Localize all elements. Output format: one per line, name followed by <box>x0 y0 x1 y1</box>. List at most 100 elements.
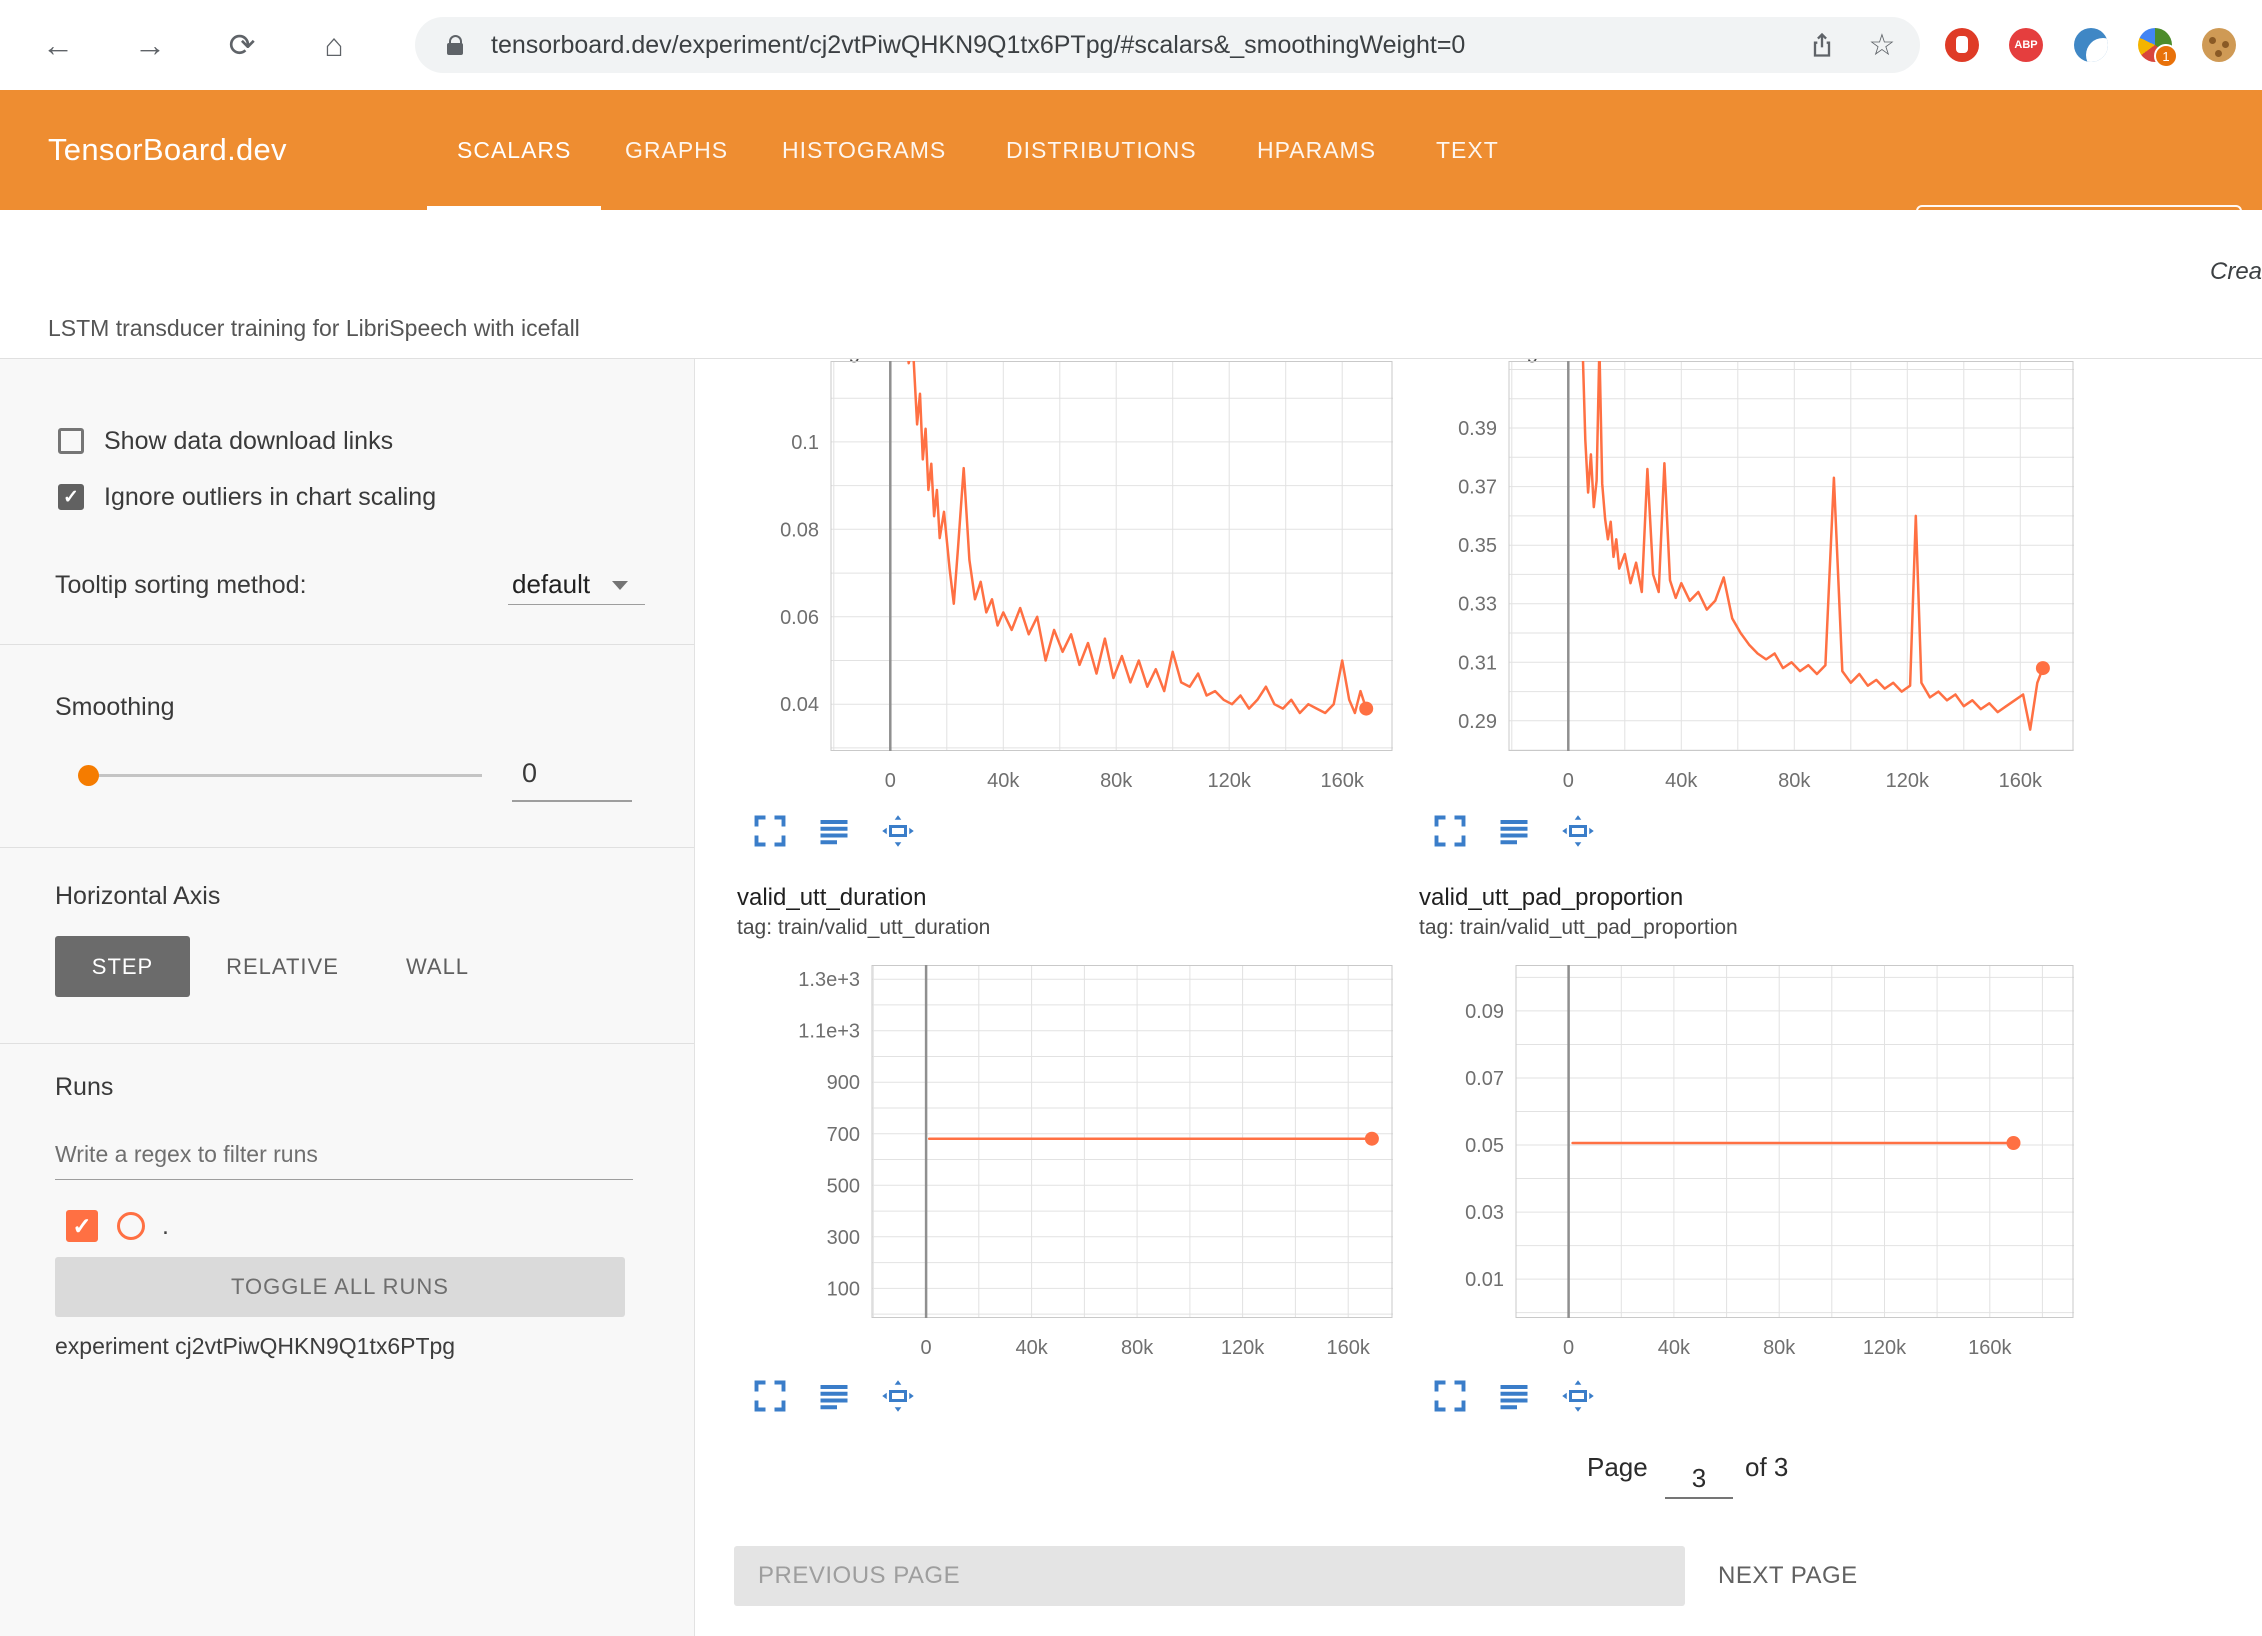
share-icon[interactable] <box>1807 30 1837 60</box>
profile-badge: 1 <box>2154 44 2178 68</box>
page-number-input[interactable]: 3 <box>1665 1455 1733 1499</box>
svg-text:300: 300 <box>827 1227 860 1249</box>
scalar-chart-plot[interactable]: 040k80k120k160k0.290.310.330.350.370.39 <box>1439 361 2074 801</box>
run-checkbox[interactable]: ✓ <box>66 1210 98 1242</box>
horizontal-axis-label: Horizontal Axis <box>55 880 220 912</box>
home-icon[interactable]: ⌂ <box>312 23 356 67</box>
address-bar[interactable]: tensorboard.dev/experiment/cj2vtPiwQHKN9… <box>415 17 1920 73</box>
svg-text:0: 0 <box>1563 770 1574 792</box>
svg-text:0.04: 0.04 <box>780 694 819 716</box>
next-page-button[interactable]: NEXT PAGE <box>1718 1546 1858 1606</box>
svg-text:900: 900 <box>827 1072 860 1094</box>
fullscreen-icon[interactable] <box>1432 1378 1468 1414</box>
svg-text:80k: 80k <box>1121 1337 1154 1359</box>
svg-text:160k: 160k <box>1968 1337 2012 1359</box>
tab-distributions[interactable]: DISTRIBUTIONS <box>1006 90 1197 210</box>
svg-text:0.05: 0.05 <box>1465 1135 1504 1157</box>
chart-title: valid_utt_pad_proportion <box>1419 883 1683 913</box>
fullscreen-icon[interactable] <box>1432 813 1468 849</box>
tooltip-sorting-label: Tooltip sorting method: <box>55 569 307 601</box>
page-of-label: of 3 <box>1745 1451 1788 1483</box>
svg-text:0.35: 0.35 <box>1458 535 1497 557</box>
divider <box>0 644 694 645</box>
sidebar: Show data download links ✓ Ignore outlie… <box>0 359 695 1636</box>
experiment-id: experiment cj2vtPiwQHKN9Q1tx6PTpg <box>55 1330 455 1362</box>
divider <box>0 1043 694 1044</box>
run-filter-input[interactable]: Write a regex to filter runs <box>55 1138 318 1170</box>
svg-text:80k: 80k <box>1778 770 1811 792</box>
svg-text:160k: 160k <box>1321 770 1365 792</box>
svg-text:0.08: 0.08 <box>780 519 819 541</box>
axis-step-button[interactable]: STEP <box>55 936 190 997</box>
tab-text[interactable]: TEXT <box>1436 90 1499 210</box>
clipped-create-text: Crea <box>2210 258 2262 286</box>
tab-hparams[interactable]: HPARAMS <box>1257 90 1376 210</box>
adblock-extension-icon[interactable] <box>1945 28 1979 62</box>
reload-icon[interactable]: ⟳ <box>220 23 264 67</box>
run-name: . <box>162 1210 169 1242</box>
svg-text:160k: 160k <box>1999 770 2043 792</box>
axis-wall-button[interactable]: WALL <box>375 936 500 997</box>
chevron-down-icon[interactable] <box>612 581 628 590</box>
chart-actions <box>752 1378 944 1414</box>
tab-scalars[interactable]: SCALARS <box>457 90 571 210</box>
forward-icon[interactable]: → <box>128 23 172 67</box>
svg-text:0.09: 0.09 <box>1465 1001 1504 1023</box>
back-icon[interactable]: ← <box>36 23 80 67</box>
cookie-extension-icon[interactable] <box>2202 28 2236 62</box>
chart-actions <box>752 813 944 849</box>
svg-text:40k: 40k <box>1665 770 1698 792</box>
toggle-all-runs-button[interactable]: TOGGLE ALL RUNS <box>55 1257 625 1317</box>
tab-histograms[interactable]: HISTOGRAMS <box>782 90 946 210</box>
svg-text:0.01: 0.01 <box>1465 1269 1504 1291</box>
scalar-chart-plot[interactable]: 040k80k120k160k0.040.060.080.1 <box>761 361 1393 801</box>
tensorboard-page: ← → ⟳ ⌂ tensorboard.dev/experiment/cj2vt… <box>0 0 2262 1636</box>
previous-page-button[interactable]: PREVIOUS PAGE <box>734 1546 1685 1606</box>
svg-text:0.33: 0.33 <box>1458 594 1497 616</box>
show-download-checkbox[interactable] <box>58 428 84 454</box>
data-lines-icon[interactable] <box>1496 1378 1532 1414</box>
url-text[interactable]: tensorboard.dev/experiment/cj2vtPiwQHKN9… <box>491 17 1465 73</box>
experiment-description: LSTM transducer training for LibriSpeech… <box>48 315 580 342</box>
scalar-chart-plot[interactable]: 040k80k120k160k1003005007009001.1e+31.3e… <box>792 965 1393 1368</box>
fit-domain-icon[interactable] <box>1560 1378 1596 1414</box>
fullscreen-icon[interactable] <box>752 1378 788 1414</box>
fit-domain-icon[interactable] <box>880 813 916 849</box>
ignore-outliers-label: Ignore outliers in chart scaling <box>104 481 436 513</box>
run-color-circle-icon[interactable] <box>117 1212 145 1240</box>
lock-icon <box>447 43 463 55</box>
smoothing-slider-thumb[interactable] <box>78 765 99 786</box>
smoothing-slider-track[interactable] <box>82 774 482 777</box>
svg-text:0: 0 <box>921 1337 932 1359</box>
page-label: Page <box>1587 1451 1648 1483</box>
fit-domain-icon[interactable] <box>880 1378 916 1414</box>
data-lines-icon[interactable] <box>816 813 852 849</box>
blue-extension-icon[interactable] <box>2074 28 2108 62</box>
charts-area: tag: train/… 040k80k120k160k0.040.060.08… <box>695 359 2262 1636</box>
tab-graphs[interactable]: GRAPHS <box>625 90 728 210</box>
svg-text:100: 100 <box>827 1278 860 1300</box>
subheader: Crea LSTM transducer training for LibriS… <box>0 210 2262 359</box>
svg-text:0.06: 0.06 <box>780 607 819 629</box>
svg-text:80k: 80k <box>1763 1337 1796 1359</box>
ignore-outliers-checkbox[interactable]: ✓ <box>58 484 84 510</box>
fullscreen-icon[interactable] <box>752 813 788 849</box>
svg-text:40k: 40k <box>1015 1337 1048 1359</box>
svg-text:0.31: 0.31 <box>1458 652 1497 674</box>
svg-text:0.29: 0.29 <box>1458 711 1497 733</box>
smoothing-label: Smoothing <box>55 691 175 723</box>
profile-avatar[interactable]: 1 <box>2138 28 2172 62</box>
fit-domain-icon[interactable] <box>1560 813 1596 849</box>
tooltip-sorting-select[interactable]: default <box>512 567 590 601</box>
svg-text:120k: 120k <box>1863 1337 1907 1359</box>
svg-text:160k: 160k <box>1327 1337 1371 1359</box>
chart-actions <box>1432 1378 1624 1414</box>
smoothing-value[interactable]: 0 <box>522 757 537 789</box>
scalar-chart-plot[interactable]: 040k80k120k160k0.010.030.050.070.09 <box>1446 965 2074 1368</box>
abp-extension-icon[interactable]: ABP <box>2009 28 2043 62</box>
data-lines-icon[interactable] <box>816 1378 852 1414</box>
chart-actions <box>1432 813 1624 849</box>
data-lines-icon[interactable] <box>1496 813 1532 849</box>
axis-relative-button[interactable]: RELATIVE <box>205 936 360 997</box>
bookmark-star-icon[interactable]: ☆ <box>1867 30 1897 60</box>
